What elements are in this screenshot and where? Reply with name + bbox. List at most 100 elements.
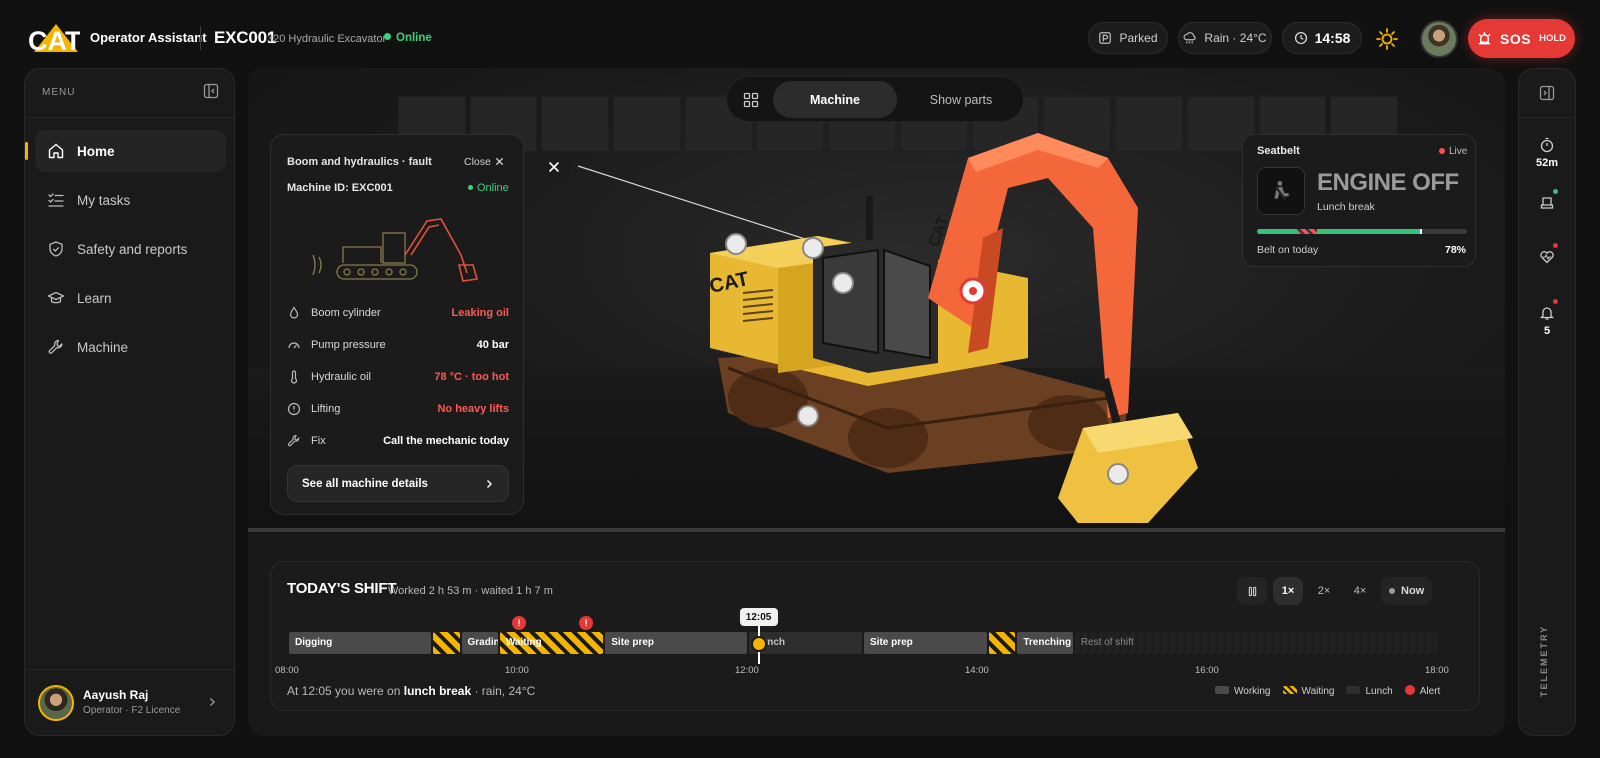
button-label: See all machine details [302,477,428,490]
rail-seat[interactable] [1519,187,1575,215]
alert-marker[interactable]: ! [579,616,594,630]
sidebar-item-machine[interactable]: Machine [35,326,226,368]
siren-icon [1478,31,1491,45]
chevron-right-icon [210,698,215,706]
chevron-right-icon [487,479,492,488]
sidebar-collapse-icon[interactable] [203,83,219,99]
row-value: Leaking oil [451,307,509,319]
sidebar-divider [25,117,234,118]
app-title: Operator Assistant [90,30,207,45]
belt-label: Belt on today [1257,244,1319,256]
weather-pill[interactable]: Rain · 24°C [1178,22,1272,54]
sidebar-item-safety[interactable]: Safety and reports [35,228,226,270]
timeline-segment-work[interactable]: Trenching [1017,632,1073,654]
cat-logo: CAT [26,20,82,56]
rail-engine-hours[interactable]: 52m [1519,137,1575,169]
timeline-segment-wait[interactable]: Waiting [499,632,604,654]
fault-close-button[interactable]: Close [464,156,504,168]
legend-lunch: Lunch [1346,685,1393,697]
timeline-segment-work[interactable]: Site prep [605,632,747,654]
timeline-tick-label: 12:00 [735,665,759,676]
gauge-icon [288,342,300,349]
now-button[interactable]: Now [1381,577,1433,605]
alert-marker[interactable]: ! [512,616,526,630]
profile-avatar[interactable] [1420,20,1458,58]
legend-label: Waiting [1301,685,1335,697]
legend-waiting: Waiting [1282,685,1335,697]
brightness-toggle[interactable] [1372,24,1402,54]
pause-button[interactable] [1237,577,1267,605]
sidebar-item-label: My tasks [77,192,131,208]
speed-1x-button[interactable]: 1× [1273,577,1303,605]
speed-4x-button[interactable]: 4× [1345,577,1375,605]
sidebar-item-learn[interactable]: Learn [35,277,226,319]
parked-label: Parked [1119,31,1158,45]
rail-value: 5 [1543,325,1551,337]
rail-notifications[interactable]: 5 [1519,297,1575,337]
pause-icon [1248,586,1256,596]
seatbelt-icon [1257,167,1305,215]
timeline-tick-label: 18:00 [1425,665,1449,676]
rail-health[interactable] [1519,241,1575,269]
legend-label: Lunch [1365,685,1393,697]
playhead-handle[interactable] [750,636,767,652]
home-icon [48,143,64,159]
legend-label: Alert [1419,686,1441,697]
telemetry-label: TELEMETRY [1539,624,1549,697]
fault-machine-id: Machine ID: EXC001 [287,182,393,194]
timeline-segment-work[interactable]: Grading [461,632,498,654]
sos-hold-label: HOLD [1539,33,1566,44]
view-toggle: Machine Show parts [726,76,1024,122]
close-icon [495,157,503,166]
rail-collapse-icon[interactable] [1539,85,1555,101]
top-bar: CAT Operator Assistant EXC001 320 Hydrau… [0,0,1600,66]
sos-button[interactable]: SOS HOLD [1468,19,1575,58]
clock-icon [1294,31,1307,45]
shift-timeline[interactable]: DiggingGradingWaitingSite prepLunchSite … [289,608,1439,664]
fault-row-fix: Fix Call the mechanic today [287,431,509,451]
legend-swatch [1215,685,1229,694]
heart-icon [1540,251,1554,264]
now-dot [1389,588,1395,594]
shift-panel: TODAY'S SHIFT Worked 2 h 53 m · waited 1… [270,561,1480,711]
legend-swatch [1282,685,1297,694]
legend-alert: Alert [1404,685,1441,697]
seatbelt-card: Seatbelt Live ENGINE OFF Lunch break Bel… [1242,134,1476,267]
shift-title: TODAY'S SHIFT [287,580,397,597]
sidebar-item-my-tasks[interactable]: My tasks [35,179,226,221]
tasks-icon [48,193,64,207]
sidebar-item-home[interactable]: Home [35,130,226,172]
drop-icon [289,306,299,319]
legend-swatch [1346,685,1361,694]
sidebar-item-label: Machine [77,339,129,355]
caption-suffix: · rain, 24°C [474,684,536,698]
engine-substate: Lunch break [1317,201,1375,213]
caption-prefix: At 12:05 you were on [287,684,401,698]
grid-icon[interactable] [743,92,759,108]
timeline-segment-work[interactable]: Site prep [864,632,987,654]
callout-close-button[interactable] [538,151,570,183]
belt-progress-bar [1257,229,1467,234]
timeline-segment-wait[interactable] [988,632,1016,654]
seat-icon [1540,197,1554,209]
sidebar-item-label: Learn [77,290,112,306]
tab-machine[interactable]: Machine [773,81,897,118]
shield-icon [49,241,63,257]
timeline-segment-rest[interactable]: Rest of shift [1074,632,1437,654]
info-icon [287,402,301,416]
see-machine-details-button[interactable]: See all machine details [287,465,509,502]
now-label: Now [1401,585,1425,597]
legend-label: Working [1234,685,1271,697]
user-card[interactable]: Aayush Raj Operator · F2 Licence [25,669,234,735]
shift-summary: Worked 2 h 53 m · waited 1 h 7 m [388,585,553,597]
timeline-segment-wait[interactable] [432,632,460,654]
status-dot [384,33,391,40]
tab-show-parts[interactable]: Show parts [899,81,1023,118]
speed-2x-button[interactable]: 2× [1309,577,1339,605]
machine-3d-scene[interactable]: CAT CAT Machine Show parts Boom and hydr… [248,68,1505,533]
row-key: Boom cylinder [311,307,381,319]
timeline-segment-work[interactable]: Digging [289,632,431,654]
live-indicator: Live [1439,146,1467,157]
parked-pill[interactable]: Parked [1088,22,1168,54]
clock-pill: 14:58 [1282,22,1362,54]
